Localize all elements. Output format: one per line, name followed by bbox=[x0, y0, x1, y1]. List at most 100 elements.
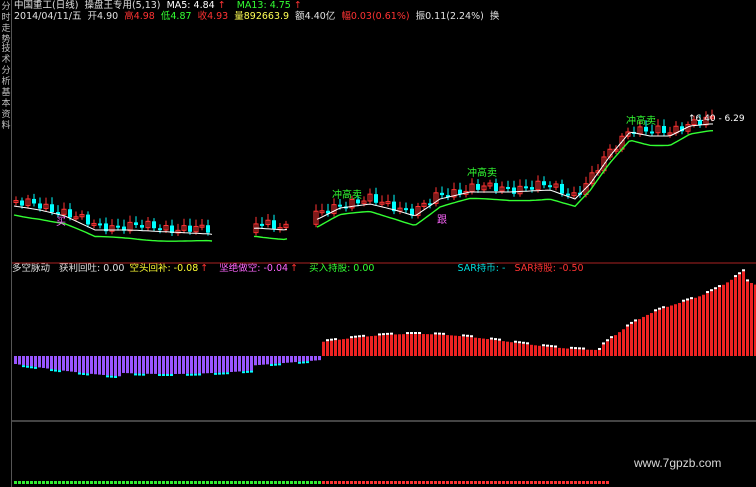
indicator-bar bbox=[62, 356, 65, 371]
chart-canvas[interactable]: 冲高卖 冲高卖 冲高卖 买 跟 ↑6.40 - 6.29 bbox=[0, 0, 756, 487]
indicator-bar bbox=[258, 356, 261, 365]
indicator-bar bbox=[282, 356, 285, 364]
indicator-cap bbox=[710, 289, 713, 292]
indicator-bar bbox=[218, 356, 221, 373]
indicator-cap bbox=[270, 364, 273, 366]
candle-body bbox=[476, 183, 480, 190]
signal-dot bbox=[154, 481, 157, 484]
indicator-bar bbox=[266, 356, 269, 365]
signal-dot bbox=[54, 481, 57, 484]
indicator-bar bbox=[374, 335, 377, 356]
signal-dot bbox=[562, 481, 565, 484]
indicator-bar bbox=[570, 348, 573, 356]
indicator-bar bbox=[122, 356, 125, 373]
signal-dot bbox=[482, 481, 485, 484]
signal-dot bbox=[454, 481, 457, 484]
indicator-bar bbox=[42, 356, 45, 368]
signal-dot bbox=[538, 481, 541, 484]
signal-dot bbox=[446, 481, 449, 484]
indicator-bar bbox=[250, 356, 253, 371]
candle-body bbox=[260, 223, 264, 226]
indicator-cap bbox=[610, 336, 613, 339]
signal-dot bbox=[434, 481, 437, 484]
indicator-bar bbox=[350, 338, 353, 356]
signal-dot bbox=[574, 481, 577, 484]
indicator-bar bbox=[206, 356, 209, 374]
indicator-bar bbox=[594, 349, 597, 356]
indicator-bar bbox=[210, 356, 213, 374]
signal-dot bbox=[146, 481, 149, 484]
signal-dot bbox=[142, 481, 145, 484]
indicator-cap bbox=[682, 299, 685, 302]
signal-dot bbox=[462, 481, 465, 484]
indicator-cap bbox=[158, 373, 161, 376]
indicator-bar bbox=[614, 335, 617, 356]
signal-dot bbox=[302, 481, 305, 484]
signal-dot bbox=[514, 481, 517, 484]
indicator-bar bbox=[214, 356, 217, 373]
signal-dot bbox=[346, 481, 349, 484]
indicator-cap bbox=[690, 297, 693, 300]
indicator-cap bbox=[170, 373, 173, 376]
candle-body bbox=[50, 204, 54, 213]
signal-dot bbox=[290, 481, 293, 484]
signal-dot bbox=[222, 481, 225, 484]
indicator-bar bbox=[462, 336, 465, 356]
indicator-cap bbox=[574, 347, 577, 350]
indicator-bar bbox=[82, 356, 85, 373]
indicator-bar bbox=[166, 356, 169, 374]
indicator-bar bbox=[66, 356, 69, 372]
indicator-bar bbox=[738, 274, 741, 356]
indicator-bar bbox=[14, 356, 17, 364]
indicator-bar bbox=[86, 356, 89, 374]
signal-dot bbox=[582, 481, 585, 484]
signal-dot bbox=[358, 481, 361, 484]
candle-body bbox=[98, 223, 102, 226]
indicator-bar bbox=[310, 356, 313, 361]
indicator-bar bbox=[46, 356, 49, 369]
indicator-cap bbox=[514, 340, 517, 343]
indicator-bar bbox=[226, 356, 229, 373]
indicator-cap bbox=[418, 332, 421, 335]
indicator-bar bbox=[398, 334, 401, 356]
signal-dot bbox=[226, 481, 229, 484]
indicator-bar bbox=[326, 341, 329, 356]
indicator-bar bbox=[478, 338, 481, 356]
indicator-bar bbox=[182, 356, 185, 374]
indicator-bar bbox=[238, 356, 241, 372]
signal-dot bbox=[94, 481, 97, 484]
indicator-bar bbox=[198, 356, 201, 374]
indicator-cap bbox=[198, 373, 201, 376]
signal-dot bbox=[266, 481, 269, 484]
indicator-bar bbox=[138, 356, 141, 374]
indicator-bar bbox=[590, 349, 593, 356]
candle-body bbox=[68, 209, 72, 218]
signal-dot bbox=[218, 481, 221, 484]
signal-dot bbox=[198, 481, 201, 484]
indicator-cap bbox=[142, 373, 145, 376]
indicator-cap bbox=[334, 338, 337, 341]
indicator-bar bbox=[74, 356, 77, 373]
signal-sell-label: 冲高卖 bbox=[467, 166, 497, 179]
signal-dot bbox=[334, 481, 337, 484]
indicator-cap bbox=[654, 309, 657, 312]
signal-dot bbox=[86, 481, 89, 484]
signal-dot bbox=[602, 481, 605, 484]
indicator-cap bbox=[306, 361, 309, 364]
candle-body bbox=[530, 187, 534, 190]
indicator-bar bbox=[22, 356, 25, 366]
signal-dot bbox=[38, 481, 41, 484]
indicator-cap bbox=[578, 347, 581, 350]
indicator-cap bbox=[634, 319, 637, 322]
indicator-bar bbox=[134, 356, 137, 374]
peak-price-label: ↑6.40 - 6.29 bbox=[688, 114, 745, 124]
indicator-cap bbox=[526, 342, 529, 345]
signal-dot bbox=[282, 481, 285, 484]
indicator-cap bbox=[498, 338, 501, 341]
indicator-bar bbox=[562, 348, 565, 356]
signal-dot bbox=[526, 481, 529, 484]
indicator-bar bbox=[746, 281, 749, 356]
signal-dot bbox=[314, 481, 317, 484]
signal-dot bbox=[382, 481, 385, 484]
candle-body bbox=[560, 183, 564, 194]
